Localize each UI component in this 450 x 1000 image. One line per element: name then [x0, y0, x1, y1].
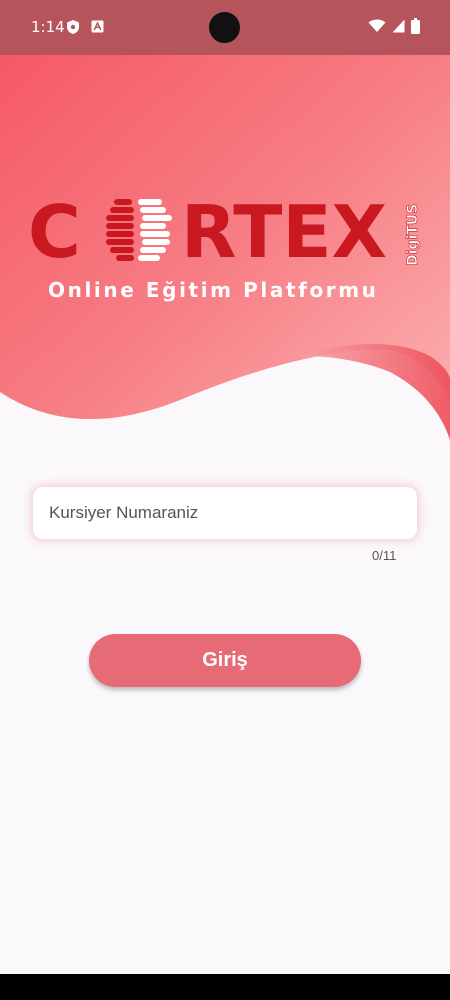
- navigation-bar: [0, 974, 450, 1000]
- camera-cutout: [209, 12, 240, 43]
- shield-icon: [67, 20, 79, 34]
- brand-letters-rtex: RTEX: [181, 190, 388, 274]
- login-screen: 1:14 C RTEX DigiTUS Online Eğitim Platfo…: [0, 0, 450, 1000]
- a-icon: [91, 20, 104, 33]
- battery-icon: [411, 18, 420, 34]
- sub-brand-text: DigiTUS: [405, 204, 421, 266]
- status-time: 1:14: [31, 18, 65, 36]
- login-button[interactable]: Giriş: [89, 634, 361, 687]
- student-number-field[interactable]: [33, 487, 417, 539]
- slogan: Online Eğitim Platformu: [48, 278, 379, 302]
- student-number-input[interactable]: [49, 503, 401, 523]
- signal-icon: [392, 19, 405, 33]
- wifi-icon: [368, 19, 386, 32]
- character-counter: 0/11: [372, 548, 397, 563]
- waveform-icon: [106, 199, 172, 261]
- cortex-logo: C RTEX DigiTUS Online Eğitim Platformu: [28, 192, 428, 307]
- status-bar: 1:14: [0, 0, 450, 55]
- digitus-badge: DigiTUS: [405, 203, 422, 266]
- brand-letter-c: C: [28, 190, 81, 274]
